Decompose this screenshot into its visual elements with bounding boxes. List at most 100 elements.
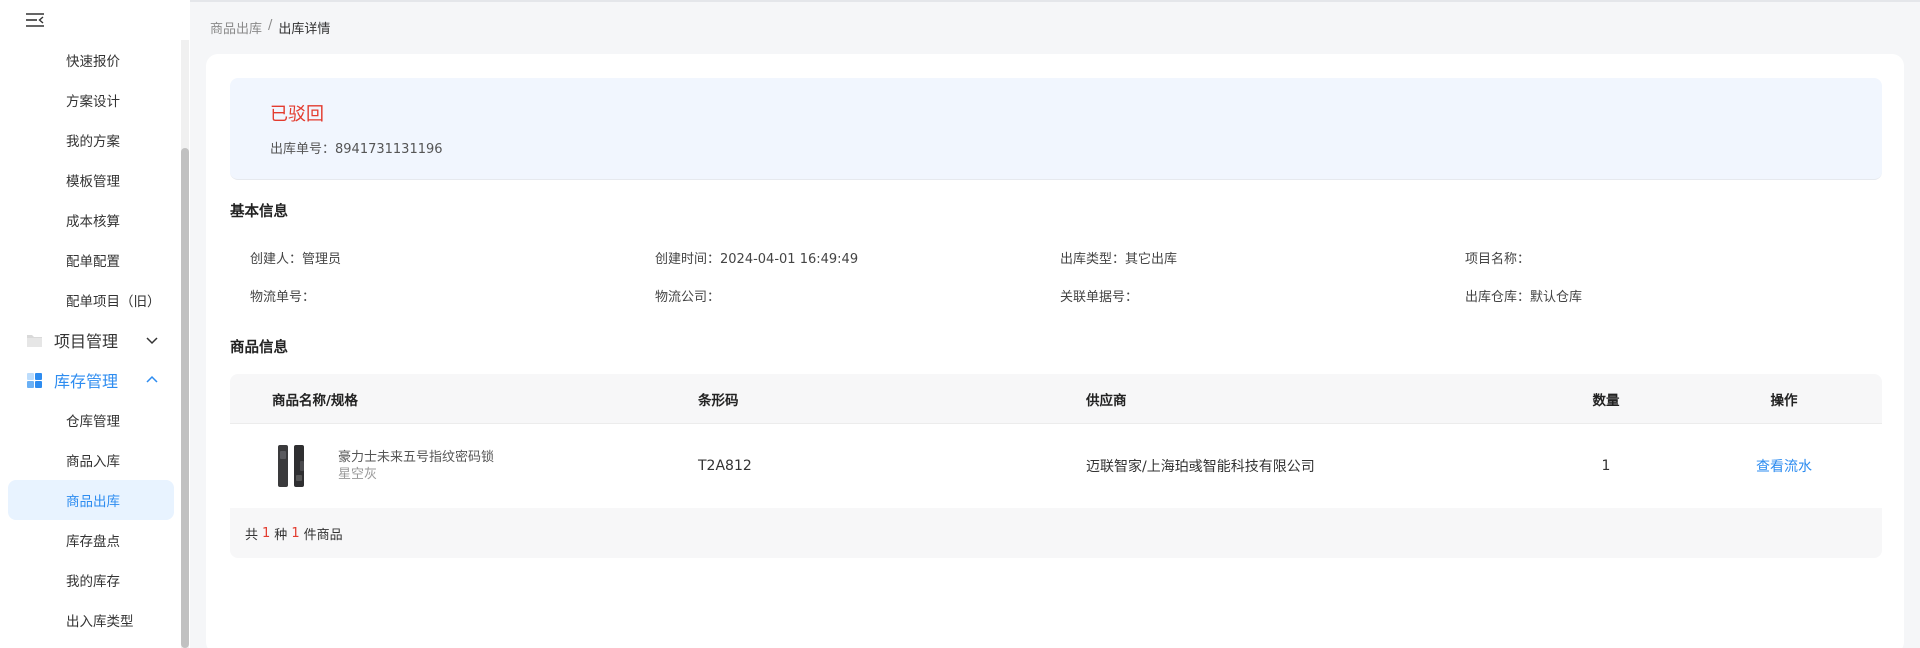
info-related-doc: 关联单据号： (1060, 286, 1465, 305)
menu-collapse-icon[interactable] (25, 12, 45, 28)
header-barcode: 条形码 (698, 392, 739, 409)
sidebar-item-order-config[interactable]: 配单配置 (0, 240, 180, 280)
info-label: 出库仓库： (1465, 289, 1531, 305)
scrollbar-thumb[interactable] (181, 148, 189, 648)
cell-product: 豪力士未来五号指纹密码锁 星空灰 (230, 441, 698, 491)
footer-kinds: 1 (262, 525, 271, 541)
info-label: 创建人： (250, 251, 303, 267)
sidebar-item-goods-inbound[interactable]: 商品入库 (0, 440, 180, 480)
sidebar-item-label: 成本核算 (66, 214, 120, 230)
sidebar-item-my-plans[interactable]: 我的方案 (0, 120, 180, 160)
sidebar-scrollbar[interactable] (181, 40, 189, 648)
sidebar-item-stock-check[interactable]: 库存盘点 (0, 520, 180, 560)
info-logistics-company: 物流公司： (655, 286, 1060, 305)
sidebar-item-label: 商品入库 (66, 454, 120, 470)
info-created-time: 创建时间：2024-04-01 16:49:49 (655, 248, 1060, 267)
breadcrumb-parent[interactable]: 商品出库 (210, 18, 262, 37)
sidebar-item-template-mgmt[interactable]: 模板管理 (0, 160, 180, 200)
info-value: 2024-04-01 16:49:49 (720, 251, 859, 267)
sidebar-item-warehouse-mgmt[interactable]: 仓库管理 (0, 400, 180, 440)
footer-mid: 种 (274, 527, 288, 543)
info-outbound-type: 出库类型：其它出库 (1060, 248, 1465, 267)
sidebar-item-plan-design[interactable]: 方案设计 (0, 80, 180, 120)
sidebar-item-my-stock[interactable]: 我的库存 (0, 560, 180, 600)
info-creator: 创建人：管理员 (250, 248, 655, 267)
cell-action: 查看流水 (1686, 456, 1882, 476)
product-image (278, 445, 304, 487)
sidebar-item-quick-quote[interactable]: 快速报价 (0, 40, 180, 80)
footer-suffix: 件商品 (303, 527, 343, 543)
order-number-value: 8941731131196 (335, 142, 443, 157)
section-title-text: 基本信息 (230, 204, 288, 220)
product-spec: 星空灰 (338, 467, 378, 482)
chevron-down-icon (146, 337, 158, 345)
info-label: 创建时间： (655, 251, 721, 267)
status-panel: 已驳回 出库单号：8941731131196 (230, 78, 1882, 180)
info-value: 其它出库 (1125, 251, 1178, 267)
info-value: 管理员 (302, 251, 342, 267)
cell-barcode: T2A812 (698, 458, 752, 474)
sidebar-item-order-project-old[interactable]: 配单项目（旧） (0, 280, 180, 320)
footer-count: 1 (291, 525, 300, 541)
sidebar-item-label: 我的库存 (66, 574, 120, 590)
info-row: 创建人：管理员 创建时间：2024-04-01 16:49:49 出库类型：其它… (250, 238, 1870, 276)
info-warehouse: 出库仓库：默认仓库 (1465, 286, 1870, 305)
sidebar-item-label: 方案设计 (66, 94, 120, 110)
breadcrumb: 商品出库 / 出库详情 (210, 18, 330, 37)
sidebar-item-label: 商品出库 (66, 494, 120, 510)
info-label: 出库类型： (1060, 251, 1126, 267)
grid-icon (26, 372, 43, 389)
section-title-text: 商品信息 (230, 340, 288, 356)
header-supplier: 供应商 (1086, 392, 1127, 409)
info-label: 物流单号： (250, 289, 316, 305)
sidebar-item-label: 配单项目（旧） (66, 294, 161, 310)
info-project-name: 项目名称： (1465, 248, 1870, 267)
table-footer: 共 1 种 1 件商品 (230, 508, 1882, 558)
cell-supplier: 迈联智家/上海珀彧智能科技有限公司 (1086, 459, 1315, 475)
sidebar-group-inventory[interactable]: 库存管理 (0, 360, 180, 400)
product-text: 豪力士未来五号指纹密码锁 星空灰 (338, 449, 494, 483)
sidebar-item-label: 库存盘点 (66, 534, 120, 550)
app-root: 快速报价 方案设计 我的方案 模板管理 成本核算 配单配置 配单项目（旧） 项目… (0, 0, 1920, 648)
sidebar-item-label: 配单配置 (66, 254, 120, 270)
breadcrumb-separator: / (268, 18, 273, 33)
status-badge: 已驳回 (270, 104, 324, 125)
footer-prefix: 共 (245, 527, 259, 543)
sidebar-item-label: 仓库管理 (66, 414, 120, 430)
sidebar-group-label: 项目管理 (54, 332, 119, 351)
header-qty: 数量 (1592, 392, 1620, 409)
sidebar-item-label: 模板管理 (66, 174, 120, 190)
sidebar-group-project[interactable]: 项目管理 (0, 320, 180, 360)
sidebar-item-label: 出入库类型 (66, 614, 134, 630)
detail-card: 已驳回 出库单号：8941731131196 基本信息 创建人：管理员 创建时间… (206, 54, 1904, 648)
sidebar-item-cost-accounting[interactable]: 成本核算 (0, 200, 180, 240)
table-header: 商品名称/规格 条形码 供应商 数量 操作 (230, 374, 1882, 424)
sidebar-item-io-types[interactable]: 出入库类型 (0, 600, 180, 640)
info-label: 物流公司： (655, 289, 721, 305)
table-row: 豪力士未来五号指纹密码锁 星空灰 T2A812 迈联智家/上海珀彧智能科技有限公… (230, 424, 1882, 508)
header-name: 商品名称/规格 (272, 392, 358, 409)
info-logistics-no: 物流单号： (250, 286, 655, 305)
sidebar: 快速报价 方案设计 我的方案 模板管理 成本核算 配单配置 配单项目（旧） 项目… (0, 0, 190, 648)
folder-icon (26, 332, 43, 349)
info-row: 物流单号： 物流公司： 关联单据号： 出库仓库：默认仓库 (250, 276, 1870, 314)
info-label: 关联单据号： (1060, 289, 1139, 305)
sidebar-item-label: 快速报价 (66, 54, 120, 70)
info-label: 项目名称： (1465, 251, 1531, 267)
order-number: 出库单号：8941731131196 (270, 138, 443, 157)
chevron-up-icon (146, 375, 158, 383)
info-value: 默认仓库 (1530, 289, 1583, 305)
view-flow-link[interactable]: 查看流水 (1756, 459, 1812, 475)
main-area: 商品出库 / 出库详情 已驳回 出库单号：8941731131196 基本信息 … (190, 0, 1920, 648)
sidebar-item-goods-outbound[interactable]: 商品出库 (8, 480, 174, 520)
header-action: 操作 (1770, 392, 1798, 409)
sidebar-menu: 快速报价 方案设计 我的方案 模板管理 成本核算 配单配置 配单项目（旧） 项目… (0, 40, 180, 640)
section-title-basic: 基本信息 (230, 200, 296, 224)
breadcrumb-current: 出库详情 (278, 22, 331, 37)
goods-table: 商品名称/规格 条形码 供应商 数量 操作 豪力士未来五号指纹密码锁 星空灰 T… (230, 374, 1882, 558)
product-info: 豪力士未来五号指纹密码锁 星空灰 (272, 441, 698, 491)
sidebar-item-label: 我的方案 (66, 134, 120, 150)
cell-qty: 1 (1601, 458, 1611, 474)
product-name: 豪力士未来五号指纹密码锁 (338, 450, 495, 465)
sidebar-group-label: 库存管理 (54, 372, 119, 391)
